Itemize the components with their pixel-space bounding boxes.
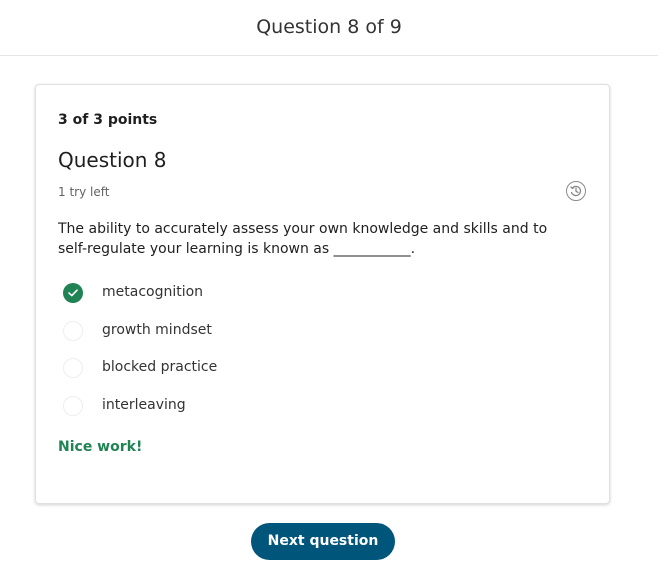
option-growth-mindset[interactable]: growth mindset <box>63 321 363 345</box>
correct-radio[interactable] <box>63 283 83 303</box>
option-label: metacognition <box>102 284 204 300</box>
next-question-button[interactable]: Next question <box>251 523 395 560</box>
option-interleaving[interactable]: interleaving <box>63 396 363 420</box>
checkmark-icon <box>68 289 78 297</box>
question-prompt: The ability to accurately assess your ow… <box>58 221 548 257</box>
radio-button[interactable] <box>63 358 83 378</box>
question-card: 3 of 3 points Question 8 1 try left The … <box>35 84 610 504</box>
option-label: growth mindset <box>102 322 212 338</box>
feedback-message: Nice work! <box>58 439 143 455</box>
tries-left-label: 1 try left <box>58 185 110 199</box>
option-blocked-practice[interactable]: blocked practice <box>63 358 363 382</box>
page-title: Question 8 of 9 <box>256 16 402 38</box>
header: Question 8 of 9 <box>0 0 658 56</box>
radio-button[interactable] <box>63 396 83 416</box>
option-metacognition[interactable]: metacognition <box>63 283 363 307</box>
history-button[interactable] <box>566 181 586 201</box>
option-label: blocked practice <box>102 359 218 375</box>
option-label: interleaving <box>102 397 186 413</box>
question-title: Question 8 <box>58 148 167 172</box>
points-label: 3 of 3 points <box>58 112 158 128</box>
radio-button[interactable] <box>63 321 83 341</box>
history-icon <box>570 185 582 197</box>
